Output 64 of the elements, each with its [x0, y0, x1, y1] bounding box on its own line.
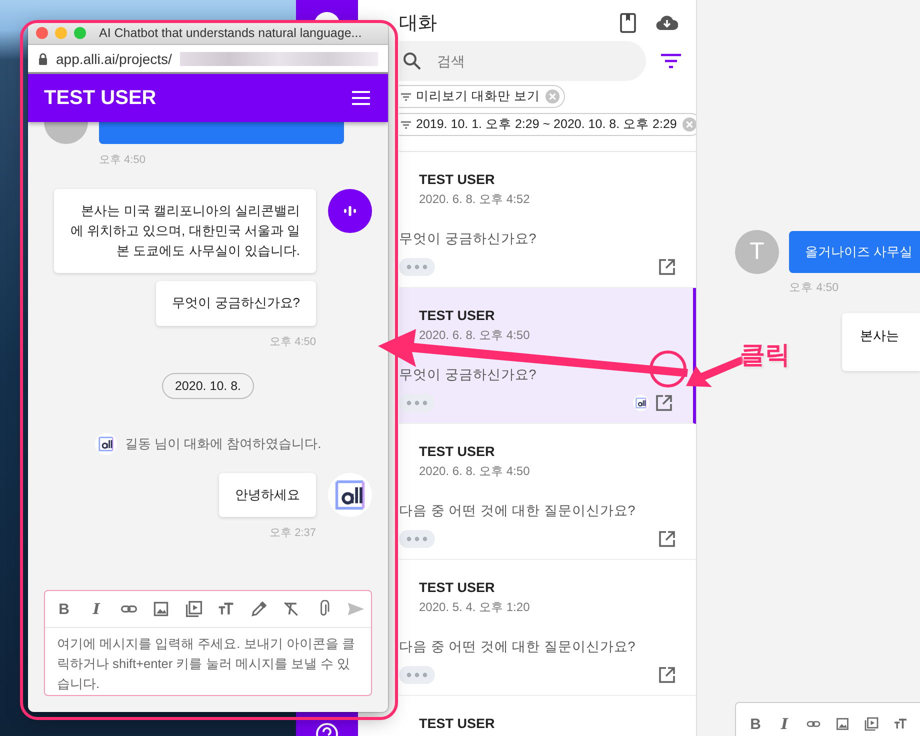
italic-button[interactable]: I [87, 600, 106, 618]
bold-button[interactable]: B [55, 600, 73, 618]
message-bubble: 안녕하세요 [219, 472, 316, 517]
window-title: AI Chatbot that understands natural language... [99, 26, 362, 40]
panel-title: 대화 [399, 12, 438, 36]
annotation-label: 클릭 [740, 340, 790, 371]
user-name: TEST USER [419, 172, 496, 187]
conversation-date: 2020. 6. 8. 오후 4:50 [419, 327, 531, 344]
filter-chip[interactable]: 2019. 10. 1. 오후 2:29 ~ 2020. 10. 8. 오후 2:29 [399, 113, 696, 136]
clear-format-icon[interactable] [282, 600, 300, 618]
message-bubble: 무엇이 궁금하신가요? [156, 281, 316, 326]
filter-chip[interactable]: 미리보기 대화만 보기 [399, 85, 565, 108]
search-input[interactable]: 검색 [435, 52, 589, 70]
user-name: TEST USER [419, 444, 496, 459]
message-time: 오후 4:50 [270, 334, 316, 349]
open-in-new-icon[interactable] [658, 530, 676, 548]
conversation-date: 2020. 6. 8. 오후 4:52 [419, 191, 531, 208]
book-icon[interactable] [620, 13, 636, 33]
highlight-circle [650, 350, 686, 388]
address-field[interactable]: app.alli.ai/projects/ [56, 50, 172, 66]
menu-icon[interactable] [352, 91, 370, 105]
search-field[interactable]: 검색 [399, 41, 646, 81]
filter-icon [401, 92, 411, 102]
message-input[interactable]: 여기에 메시지를 입력해 주세요. 보내기 아이콘을 클릭하거나 shift+enter 키를 눌러 메시지를 보낼 수 있습니다. [45, 627, 371, 695]
user-name: TEST USER [419, 308, 496, 323]
message-time: 오후 4:50 [99, 153, 146, 167]
message-time: 오후 2:37 [270, 526, 316, 540]
user-name: TEST USER [419, 580, 496, 595]
conversation-item[interactable]: TEST USER 2020. 6. 8. 오후 4:50 무엇이 궁금하신가요? [399, 288, 696, 424]
help-icon[interactable] [315, 722, 339, 736]
message-preview: 다음 중 어떤 것에 대한 질문이신가요? [399, 502, 636, 520]
cloud-download-icon[interactable] [656, 15, 678, 31]
open-in-new-icon[interactable] [658, 258, 676, 276]
message-bubble: 본사는 미국 캘리포니아의 실리콘밸리에 위치하고 있으며, 대한민국 서울과 일본 도쿄에도 사무실이 있습니다. [54, 189, 316, 274]
open-in-new-icon[interactable] [655, 394, 673, 412]
image-icon[interactable] [152, 600, 170, 618]
conversation-item[interactable]: TEST USER [399, 696, 696, 736]
message-preview: 다음 중 어떤 것에 대한 질문이신가요? [399, 638, 636, 656]
image-icon[interactable] [835, 715, 850, 733]
open-in-new-icon[interactable] [658, 666, 676, 684]
lock-icon [38, 52, 48, 64]
filter-icon [401, 120, 411, 130]
conversation-item[interactable]: TEST USER 2020. 5. 4. 오후 1:20 다음 중 어떤 것에 대한 질문이신가요? [399, 560, 696, 696]
user-name: TEST USER [419, 716, 496, 731]
message-time: 오후 4:50 [789, 281, 840, 295]
system-message: 길동 님이 대화에 참여하였습니다. [124, 434, 322, 453]
message-bubble: 본사는 [842, 313, 920, 371]
message-composer[interactable]: B I 여기에 메시지를 입력해 주세요. 보내기 아이콘을 클릭하거나 shift+enter 키를 눌러 메시지를 보낼 수 있습니다. [44, 590, 372, 696]
search-icon [403, 52, 421, 70]
conversation-item[interactable]: TEST USER 2020. 6. 8. 오후 4:50 다음 중 어떤 것에 대한 질문이신가요? [399, 424, 696, 560]
message-bubble: 올거나이즈 사무실 [789, 231, 920, 273]
message-preview: 무엇이 궁금하신가요? [399, 230, 536, 248]
video-icon[interactable] [864, 715, 879, 733]
date-divider: 2020. 10. 8. [162, 372, 254, 399]
conversation-date: 2020. 6. 8. 오후 4:50 [419, 463, 531, 480]
header-title: TEST USER [44, 86, 156, 110]
message-preview: 무엇이 궁금하신가요? [399, 366, 536, 384]
video-icon[interactable] [184, 600, 203, 618]
avatar: T [735, 230, 779, 274]
filter-icon[interactable] [660, 53, 682, 69]
bold-button[interactable]: B [748, 716, 763, 732]
conversation-date: 2020. 5. 4. 오후 1:20 [419, 599, 531, 616]
italic-button[interactable]: I [777, 715, 792, 733]
logo-icon [94, 432, 117, 455]
